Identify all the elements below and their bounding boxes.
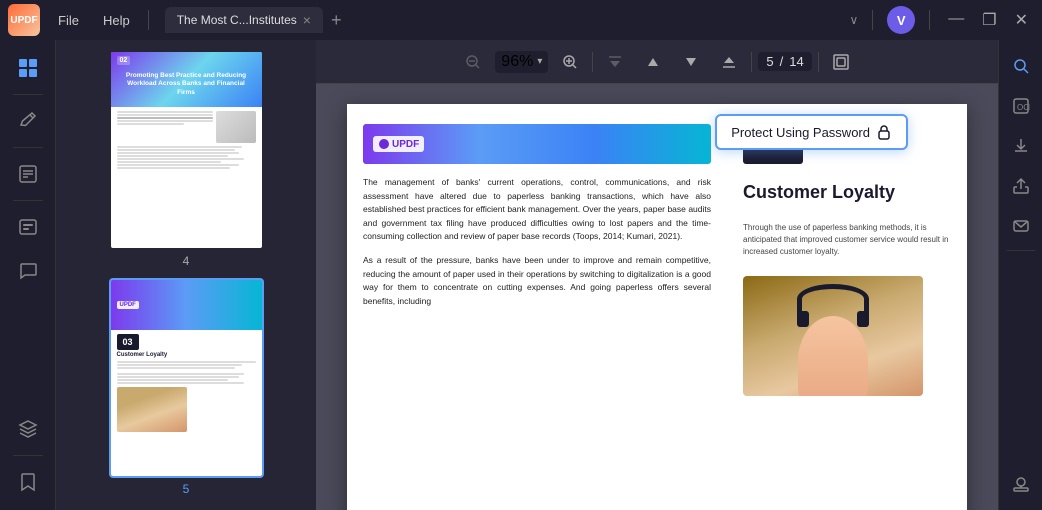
page-navigation: 5 / 14 <box>758 52 811 71</box>
thumbnail-page-4[interactable]: 02 Promoting Best Practice and Reducing … <box>66 50 306 268</box>
sidebar-divider-1 <box>13 94 43 95</box>
thumb-header-4: 02 Promoting Best Practice and Reducing … <box>111 52 262 107</box>
tab-title: The Most C...Institutes <box>177 13 297 27</box>
current-page: 5 <box>766 54 773 69</box>
pdf-page: UPDF The management of banks' current op… <box>347 104 967 510</box>
main-area: 96% ▾ 5 / 14 <box>316 40 998 510</box>
tab-close-button[interactable]: × <box>303 12 311 28</box>
page-down-button[interactable] <box>675 46 707 78</box>
share-icon[interactable] <box>1003 168 1039 204</box>
maximize-button[interactable]: ❐ <box>976 8 1002 32</box>
thumb-customer-loyalty-5: Customer Loyalty <box>117 352 256 359</box>
layers-icon[interactable] <box>8 409 48 449</box>
thumbnail-panel: 02 Promoting Best Practice and Reducing … <box>56 40 316 510</box>
thumb-page-num-5: 03 <box>117 334 139 350</box>
title-separator-1 <box>872 10 873 30</box>
right-sidebar-divider <box>1007 250 1035 251</box>
zoom-out-button[interactable] <box>457 46 489 78</box>
ocr-icon[interactable]: OCR <box>1003 88 1039 124</box>
zoom-in-button[interactable] <box>554 46 586 78</box>
updf-logo-badge: UPDF <box>373 136 424 152</box>
tab-area: The Most C...Institutes × + <box>165 7 840 33</box>
total-pages: 14 <box>789 54 803 69</box>
new-tab-button[interactable]: + <box>323 8 350 33</box>
page-bottom-button[interactable] <box>713 46 745 78</box>
tab-overflow-button[interactable]: ∨ <box>843 11 864 29</box>
toolbar-separator-2 <box>751 52 752 72</box>
fit-screen-button[interactable] <box>825 46 857 78</box>
toolbar: 96% ▾ 5 / 14 <box>316 40 998 84</box>
page-separator: / <box>780 54 784 69</box>
updf-badge-text: UPDF <box>392 139 419 150</box>
page-top-button[interactable] <box>599 46 631 78</box>
protect-password-label: Protect Using Password <box>731 125 870 140</box>
customer-image <box>743 276 923 396</box>
thumb-title-4: Promoting Best Practice and Reducing Wor… <box>115 58 258 101</box>
lock-icon <box>876 124 892 140</box>
avatar[interactable]: V <box>887 6 915 34</box>
window-controls: — ❐ ✕ <box>942 8 1034 32</box>
thumb-card-4[interactable]: 02 Promoting Best Practice and Reducing … <box>109 50 264 250</box>
thumb-label-5: 5 <box>183 482 190 496</box>
updf-badge-icon <box>378 138 390 150</box>
zoom-value: 96% <box>501 53 533 71</box>
minimize-button[interactable]: — <box>942 8 970 32</box>
menu-help[interactable]: Help <box>93 9 140 32</box>
active-tab[interactable]: The Most C...Institutes × <box>165 7 323 33</box>
thumbnail-page-5[interactable]: UPDF 03 Customer Loyalty <box>66 278 306 496</box>
pdf-view: Protect Using Password <box>316 84 998 510</box>
close-button[interactable]: ✕ <box>1009 8 1034 32</box>
edit-icon[interactable] <box>8 154 48 194</box>
zoom-control: 96% ▾ <box>495 51 548 73</box>
sidebar-divider-2 <box>13 147 43 148</box>
pdf-right-description: Through the use of paperless banking met… <box>743 222 951 258</box>
thumb-body-5: 03 Customer Loyalty <box>111 330 262 436</box>
app-body: 02 Promoting Best Practice and Reducing … <box>0 40 1042 510</box>
sidebar-divider-3 <box>13 200 43 201</box>
thumbnails-icon[interactable] <box>8 48 48 88</box>
pdf-paragraph-2: As a result of the pressure, banks have … <box>363 254 711 308</box>
thumb-body-4 <box>111 107 262 174</box>
search-right-icon[interactable] <box>1003 48 1039 84</box>
thumb-card-5[interactable]: UPDF 03 Customer Loyalty <box>109 278 264 478</box>
zoom-dropdown-button[interactable]: ▾ <box>537 56 542 67</box>
comment-icon[interactable] <box>8 251 48 291</box>
customer-loyalty-title: Customer Loyalty <box>743 182 951 204</box>
pdf-header-banner: UPDF <box>363 124 711 164</box>
svg-text:OCR: OCR <box>1017 103 1030 112</box>
title-separator-2 <box>929 10 930 30</box>
pdf-text-block: The management of banks' current operati… <box>363 176 711 308</box>
pdf-left-column: UPDF The management of banks' current op… <box>347 104 727 510</box>
right-sidebar: OCR <box>998 40 1042 510</box>
menu-file[interactable]: File <box>48 9 89 32</box>
thumb-header-5: UPDF <box>111 280 262 330</box>
annotate-icon[interactable] <box>8 101 48 141</box>
form-icon[interactable] <box>8 207 48 247</box>
protect-btn-container: Protect Using Password <box>715 114 908 150</box>
thumb-badge-4: 02 <box>117 56 131 65</box>
protect-password-button[interactable]: Protect Using Password <box>715 114 908 150</box>
left-sidebar <box>0 40 56 510</box>
title-bar: UPDF File Help The Most C...Institutes ×… <box>0 0 1042 40</box>
mail-icon[interactable] <box>1003 208 1039 244</box>
toolbar-separator-1 <box>592 52 593 72</box>
thumb-updf-badge-5: UPDF <box>117 301 139 309</box>
updf-logo: UPDF <box>8 4 40 36</box>
sidebar-divider-bottom <box>13 455 43 456</box>
menu-separator <box>148 10 149 30</box>
page-up-button[interactable] <box>637 46 669 78</box>
pdf-paragraph-1: The management of banks' current operati… <box>363 176 711 244</box>
toolbar-separator-3 <box>818 52 819 72</box>
bookmark-icon[interactable] <box>8 462 48 502</box>
thumb-label-4: 4 <box>183 254 190 268</box>
export-down-icon[interactable] <box>1003 128 1039 164</box>
pdf-right-column: 03 Customer Loyalty Through the use of p… <box>727 104 967 510</box>
stamp-icon[interactable] <box>1003 466 1039 502</box>
